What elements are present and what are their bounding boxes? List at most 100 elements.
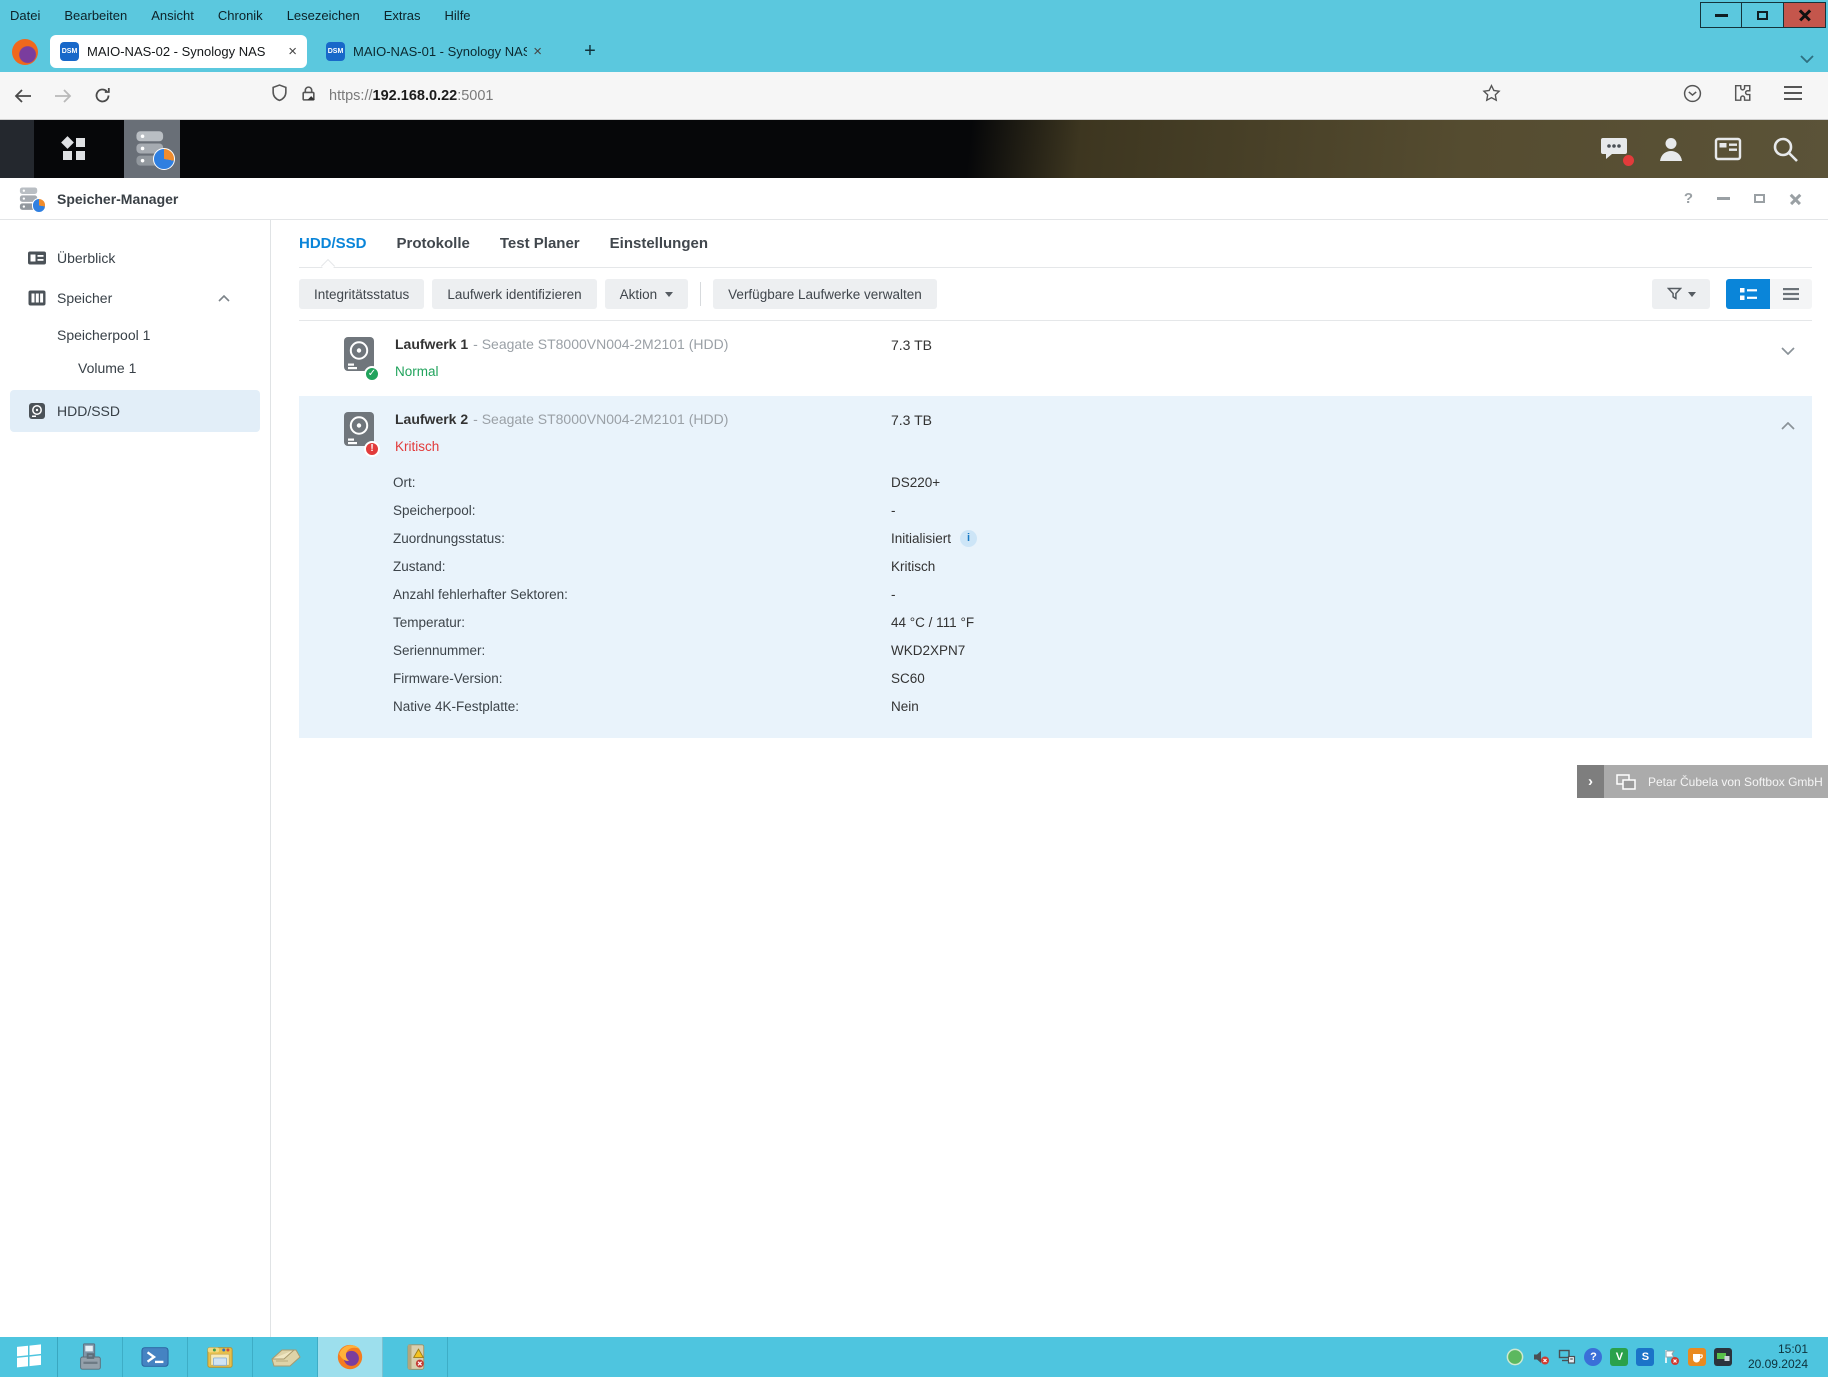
tab-protokolle[interactable]: Protokolle (397, 235, 470, 252)
manage-available-drives-button[interactable]: Verfügbare Laufwerke verwalten (713, 279, 937, 309)
browser-titlebar: Datei Bearbeiten Ansicht Chronik Lesezei… (0, 0, 1828, 31)
tab-close-icon[interactable]: × (533, 43, 542, 60)
window-header[interactable]: Speicher-Manager ? (0, 178, 1828, 220)
sidebar: Überblick Speicher Speicherpool 1 Volume… (0, 220, 271, 1337)
menu-ansicht[interactable]: Ansicht (151, 8, 194, 23)
firefox-logo-icon (12, 39, 38, 65)
hamburger-menu-icon[interactable] (1784, 86, 1802, 105)
help-button[interactable]: ? (1684, 190, 1693, 207)
dsm-topbar (0, 120, 1828, 178)
drive-details: Ort:DS220+ Speicherpool:- Zuordnungsstat… (343, 468, 1812, 720)
tab-close-icon[interactable]: × (288, 43, 297, 60)
dsm-restore-button[interactable] (1754, 194, 1765, 203)
storage-manager-taskbar-app[interactable] (124, 120, 180, 178)
menu-datei[interactable]: Datei (10, 8, 40, 23)
menu-lesezeichen[interactable]: Lesezeichen (287, 8, 360, 23)
new-tab-button[interactable]: + (576, 40, 604, 63)
user-account-icon[interactable] (1656, 134, 1686, 164)
lock-warning-icon[interactable] (300, 85, 317, 107)
url-bar[interactable]: https://192.168.0.22:5001 (261, 79, 1482, 113)
window-title: Speicher-Manager (57, 191, 178, 207)
tab-hdd-ssd[interactable]: HDD/SSD (299, 235, 367, 252)
drive-status: Normal (395, 364, 728, 379)
menu-extras[interactable]: Extras (384, 8, 421, 23)
extensions-puzzle-icon[interactable] (1734, 84, 1752, 107)
browser-navbar: https://192.168.0.22:5001 (0, 72, 1828, 120)
tab-title: MAIO-NAS-02 - Synology NAS (87, 44, 282, 59)
document-scanner-icon[interactable] (253, 1337, 318, 1377)
overlay-body[interactable]: Petar Čubela von Softbox GmbH (1604, 765, 1828, 798)
detail-row: Firmware-Version:SC60 (343, 664, 1812, 692)
list-all-tabs-icon[interactable] (1800, 50, 1814, 68)
browser-tab-inactive[interactable]: DSM MAIO-NAS-01 - Synology NAS × (316, 35, 552, 68)
sidebar-item-speicherpool-1[interactable]: Speicherpool 1 (0, 318, 270, 351)
bookmark-star-icon[interactable] (1482, 84, 1501, 107)
restore-icon (1757, 11, 1768, 20)
drive-row-1[interactable]: ✓ Laufwerk 1- Seagate ST8000VN004-2M2101… (299, 321, 1812, 392)
network-tray-icon[interactable] (1558, 1348, 1577, 1367)
sidebar-item-label: HDD/SSD (57, 403, 120, 419)
status-ok-badge: ✓ (364, 366, 380, 382)
remote-screen-tray-icon[interactable] (1714, 1348, 1733, 1367)
action-dropdown-button[interactable]: Aktion (605, 279, 689, 309)
system-tray: ? V S 15:01 20.09.2024 (1506, 1337, 1828, 1377)
flag-alert-tray-icon[interactable] (1662, 1348, 1681, 1367)
sidebar-item-ueberblick[interactable]: Überblick (0, 238, 270, 278)
dsm-close-button[interactable] (1789, 192, 1802, 205)
tracking-shield-icon[interactable] (271, 84, 288, 107)
taskbar-clock[interactable]: 15:01 20.09.2024 (1740, 1342, 1820, 1372)
v-badge-tray-icon[interactable]: V (1610, 1348, 1629, 1367)
tab-test-planer[interactable]: Test Planer (500, 235, 580, 252)
browser-tab-active[interactable]: DSM MAIO-NAS-02 - Synology NAS × (50, 35, 307, 68)
url-text[interactable]: https://192.168.0.22:5001 (329, 88, 494, 104)
menu-chronik[interactable]: Chronik (218, 8, 263, 23)
dsm-minimize-button[interactable] (1717, 197, 1730, 200)
identify-drive-button[interactable]: Laufwerk identifizieren (432, 279, 596, 309)
main-menu-grid-icon[interactable] (34, 120, 114, 178)
volume-muted-tray-icon[interactable] (1532, 1348, 1551, 1367)
notifications-chat-icon[interactable] (1598, 134, 1630, 164)
powershell-icon[interactable] (123, 1337, 188, 1377)
health-status-button[interactable]: Integritätsstatus (299, 279, 424, 309)
overlay-expand-arrow[interactable]: › (1577, 765, 1604, 798)
java-update-tray-icon[interactable] (1688, 1348, 1707, 1367)
tab-title: MAIO-NAS-01 - Synology NAS (353, 44, 527, 59)
sidebar-item-speicher[interactable]: Speicher (0, 278, 270, 318)
collapse-chevron-icon[interactable] (218, 295, 230, 302)
sidebar-item-volume-1[interactable]: Volume 1 (0, 351, 270, 384)
drive-row-2[interactable]: ! Laufwerk 2- Seagate ST8000VN004-2M2101… (299, 396, 1812, 738)
filter-button[interactable] (1652, 279, 1710, 309)
menu-hilfe[interactable]: Hilfe (445, 8, 471, 23)
sidebar-item-hdd-ssd[interactable]: HDD/SSD (10, 390, 260, 432)
hdd-icon (27, 401, 47, 421)
search-icon[interactable] (1770, 134, 1800, 164)
screens-icon (1616, 774, 1636, 790)
tab-einstellungen[interactable]: Einstellungen (610, 235, 708, 252)
expand-chevron-icon[interactable] (1781, 347, 1795, 355)
list-view-button[interactable] (1726, 279, 1770, 309)
back-icon[interactable] (14, 88, 32, 104)
forward-icon[interactable] (54, 88, 72, 104)
green-status-tray-icon[interactable] (1506, 1348, 1525, 1367)
detail-view-button[interactable] (1770, 279, 1812, 309)
server-manager-icon[interactable] (58, 1337, 123, 1377)
firefox-taskbar-icon[interactable] (318, 1337, 383, 1377)
window-close-button[interactable] (1784, 2, 1826, 28)
pie-icon (153, 148, 175, 170)
help-balloon-tray-icon[interactable]: ? (1584, 1348, 1603, 1367)
window-minimize-button[interactable] (1700, 2, 1742, 28)
window-restore-button[interactable] (1742, 2, 1784, 28)
start-button[interactable] (0, 1337, 58, 1377)
menu-bearbeiten[interactable]: Bearbeiten (64, 8, 127, 23)
s-badge-tray-icon[interactable]: S (1636, 1348, 1655, 1367)
overview-icon (27, 248, 47, 268)
caret-down-icon (665, 292, 673, 297)
log-warning-icon[interactable] (383, 1337, 448, 1377)
info-icon[interactable]: i (960, 530, 977, 547)
collapse-chevron-icon[interactable] (1781, 422, 1795, 430)
pocket-icon[interactable] (1683, 84, 1702, 108)
reload-icon[interactable] (94, 87, 111, 104)
drive-size: 7.3 TB (891, 337, 932, 353)
widgets-panel-icon[interactable] (1712, 134, 1744, 164)
file-explorer-icon[interactable] (188, 1337, 253, 1377)
